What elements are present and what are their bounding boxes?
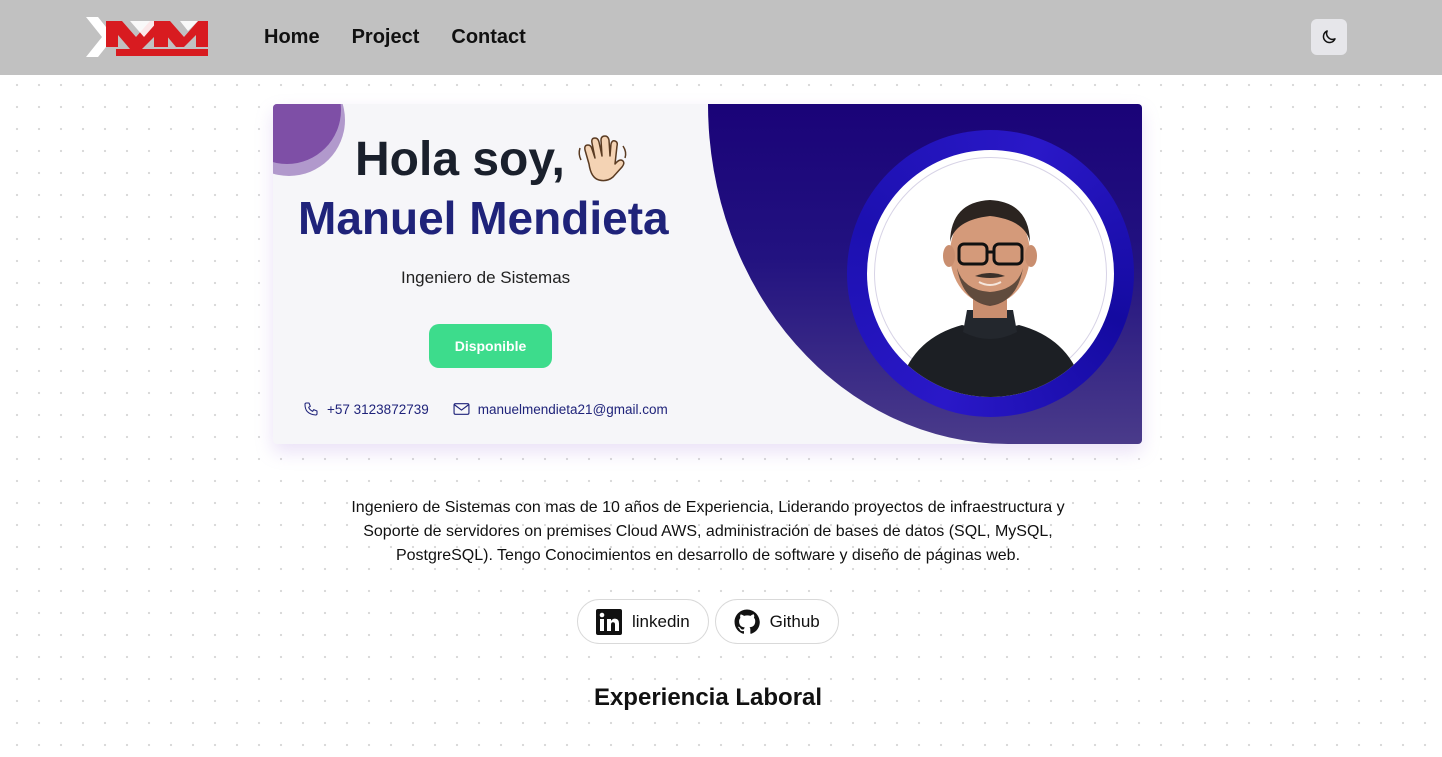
profile-photo (867, 150, 1114, 397)
bio-paragraph: Ingeniero de Sistemas con mas de 10 años… (351, 499, 1065, 564)
github-label: Github (769, 611, 820, 631)
hero-greeting: Hola soy, (355, 133, 565, 186)
linkedin-icon (596, 608, 622, 635)
github-button[interactable]: Github (714, 599, 839, 644)
phone-icon (304, 402, 318, 416)
contact-row: +57 3123872739 manuelmendieta21@gmail.co… (303, 401, 668, 417)
moon-icon (1322, 30, 1336, 44)
social-links: linkedin Github (577, 599, 839, 644)
linkedin-label: linkedin (632, 611, 690, 631)
phone-link[interactable]: +57 3123872739 (303, 401, 429, 417)
nav-contact-link[interactable]: Contact (451, 24, 525, 50)
linkedin-button[interactable]: linkedin (577, 599, 709, 644)
status-badge: Disponible (429, 324, 552, 368)
waving-hand-icon (578, 135, 627, 182)
nav-project-link[interactable]: Project (352, 24, 420, 50)
mail-icon (453, 403, 470, 415)
github-icon (734, 609, 760, 634)
top-navbar: Home Project Contact (0, 0, 1442, 75)
experience-section-title: Experiencia Laboral (593, 684, 823, 711)
email-address: manuelmendieta21@gmail.com (477, 401, 668, 417)
hero-role: Ingeniero de Sistemas (401, 268, 571, 287)
nav-home-link[interactable]: Home (264, 24, 320, 50)
logo-icon (86, 17, 208, 57)
email-link[interactable]: manuelmendieta21@gmail.com (453, 402, 668, 417)
hero-name: Manuel Mendieta (298, 192, 669, 244)
phone-number: +57 3123872739 (327, 401, 429, 417)
site-logo[interactable] (84, 15, 210, 59)
hero-card: Hola soy, Manuel Mendieta Ingeniero de S… (273, 104, 1142, 444)
person-portrait (897, 200, 1085, 397)
theme-toggle-button[interactable] (1311, 19, 1347, 55)
main-nav: Home Project Contact (264, 24, 526, 50)
